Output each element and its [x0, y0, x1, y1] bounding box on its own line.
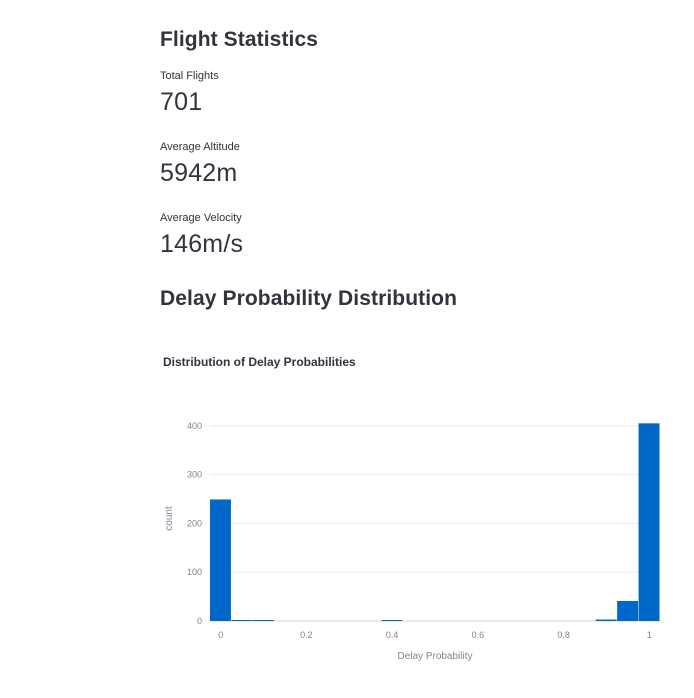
y-tick-label: 400	[187, 421, 202, 431]
y-tick-label: 200	[187, 518, 202, 528]
histogram-bar[interactable]	[381, 620, 403, 621]
x-tick-label: 0	[218, 630, 223, 640]
histogram-bar[interactable]	[210, 499, 231, 621]
histogram-bar[interactable]	[231, 620, 253, 621]
y-axis-ticks: 0 100 200 300 400	[187, 421, 202, 626]
metric-label-average-altitude: Average Altitude	[160, 141, 240, 153]
flight-statistics-heading: Flight Statistics	[160, 28, 319, 51]
metric-label-average-velocity: Average Velocity	[160, 212, 242, 224]
histogram-bar[interactable]	[595, 619, 617, 621]
metric-label-total-flights: Total Flights	[160, 70, 219, 82]
x-axis-ticks: 0 0.2 0.4 0.6 0.8 1	[218, 630, 652, 640]
x-tick-label: 1	[647, 630, 652, 640]
y-tick-label: 0	[197, 616, 202, 626]
main-content: Flight Statistics Total Flights 701 Aver…	[160, 0, 694, 698]
x-tick-label: 0.2	[300, 630, 313, 640]
x-axis-label: Delay Probability	[397, 651, 472, 662]
histogram-bar[interactable]	[252, 620, 274, 621]
y-tick-label: 100	[187, 567, 202, 577]
grid-lines	[210, 425, 660, 622]
metric-value-average-altitude: 5942m	[160, 159, 238, 187]
y-tick-label: 300	[187, 470, 202, 480]
delay-histogram-svg: Distribution of Delay Probabilities 0 0.2…	[163, 355, 660, 662]
x-tick-label: 0.8	[557, 630, 570, 640]
delay-distribution-heading: Delay Probability Distribution	[160, 287, 458, 310]
x-tick-label: 0.6	[472, 630, 485, 640]
metric-value-total-flights: 701	[160, 88, 203, 116]
histogram-bar[interactable]	[638, 423, 660, 621]
histogram-bars	[210, 423, 660, 621]
y-axis-label: count	[164, 506, 175, 531]
delay-histogram-chart[interactable]: Distribution of Delay Probabilities 0 0.2…	[160, 340, 694, 685]
chart-title: Distribution of Delay Probabilities	[163, 355, 356, 369]
histogram-bar[interactable]	[617, 600, 639, 621]
metric-value-average-velocity: 146m/s	[160, 230, 244, 258]
x-tick-label: 0.4	[386, 630, 399, 640]
